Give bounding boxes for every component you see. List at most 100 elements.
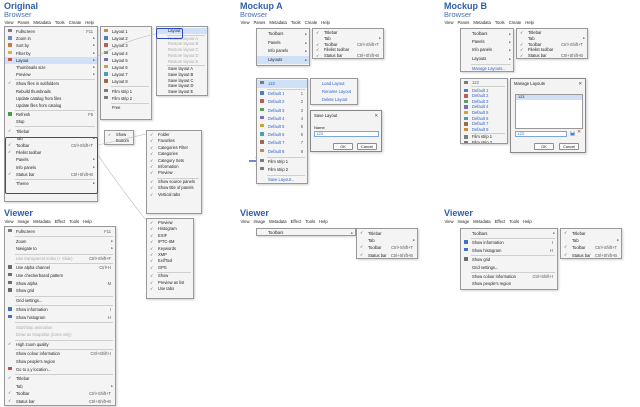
toolbar-item-status-bar[interactable]: Status bar ✓ Ctrl+Shift+B xyxy=(517,53,587,58)
menubar-item-metadata[interactable]: Metadata xyxy=(33,219,51,225)
toolbar-item-status-bar[interactable]: Status bar ✓ Ctrl+Shift+B xyxy=(357,252,417,258)
menubar-item-view[interactable]: View xyxy=(444,219,454,225)
viewer-menu-item-show-people-s-region[interactable]: Show people's region xyxy=(461,280,557,287)
menubar-item-tools[interactable]: Tools xyxy=(290,20,301,26)
menubar-item-panes[interactable]: Panes xyxy=(253,20,266,26)
toolbar-item-tab[interactable]: Tab ▸ xyxy=(561,237,621,244)
view-menu-item-toolbars[interactable]: Toolbars ▸ xyxy=(257,30,309,39)
toolbar-item-titlebar[interactable]: Titlebar ✓ xyxy=(357,230,417,237)
viewer-menu-item-tab[interactable]: Tab ▸ xyxy=(5,383,115,391)
layout-item-default-3[interactable]: Default 3 3 xyxy=(257,107,307,115)
menubar-item-tools[interactable]: Tools xyxy=(509,219,520,225)
viewer-menu-item-show-histogram[interactable]: Show histogram H xyxy=(5,314,115,322)
toolbar-item-status-bar[interactable]: Status bar ✓ Ctrl+Shift+B xyxy=(561,252,621,258)
layout-item-default-8[interactable]: Default 8 8 xyxy=(257,148,307,156)
viewer-menu-item-show-information[interactable]: Show information I xyxy=(5,306,115,314)
layout-item-123[interactable]: 123 xyxy=(257,80,307,89)
menubar-item-panes[interactable]: Panes xyxy=(457,20,470,26)
menubar-item-help[interactable]: Help xyxy=(525,20,535,26)
toolbar-item-status-bar[interactable]: Status bar ✓ Ctrl+Shift+B xyxy=(313,53,383,58)
viewer-menu-item-fullscreen[interactable]: Fullscreen F11 xyxy=(5,228,115,236)
layout-item-123[interactable]: 123 xyxy=(461,80,507,86)
manage-dialog-ok-button[interactable]: OK xyxy=(534,143,554,150)
menubar-item-metadata[interactable]: Metadata xyxy=(269,219,287,225)
viewer-menu-item-toolbars[interactable]: Toolbars ▸ xyxy=(257,230,355,235)
viewer-menu-item-high-zoom-quality[interactable]: High zoom quality ✓ xyxy=(5,341,115,349)
viewer-menu-item-status-bar[interactable]: Status bar ✓ Ctrl+Shift+B xyxy=(5,398,115,405)
layout-item-save-layout[interactable]: Save Layout... xyxy=(257,176,307,183)
menubar-item-create[interactable]: Create xyxy=(304,20,318,26)
viewer-menu-item-grid-settings[interactable]: Grid settings... xyxy=(5,297,115,305)
menubar-item-tools[interactable]: Tools xyxy=(69,219,80,225)
layout-item-film-strip-2[interactable]: Film strip 2 xyxy=(257,166,307,174)
viewer-menu-item-go-to-x-y-location[interactable]: Go to x,y location... xyxy=(5,366,115,374)
manage-dialog-cancel-button[interactable]: Cancel xyxy=(559,143,579,150)
viewer-menu-item-show-grid[interactable]: Show grid xyxy=(461,256,557,263)
manage-dialog-name-input[interactable]: 123 xyxy=(515,131,567,137)
menubar-item-help[interactable]: Help xyxy=(523,219,533,225)
menubar-item-view[interactable]: View xyxy=(240,219,250,225)
delete-icon[interactable]: ✕ xyxy=(577,130,581,135)
viewer-menu-item-use-checkerboard-pattern[interactable]: Use checkerboard pattern xyxy=(5,272,115,280)
menubar-item-image[interactable]: Image xyxy=(17,219,30,225)
viewer-menu-item-show-colour-information[interactable]: Show colour information Ctrl+Shift+I xyxy=(5,350,115,358)
save-icon[interactable] xyxy=(570,131,575,136)
close-icon[interactable]: ✕ xyxy=(578,81,582,87)
toolbar-item-toolbar[interactable]: Toolbar ✓ Ctrl+Shift+T xyxy=(357,244,417,251)
viewer-menu-item-titlebar[interactable]: Titlebar ✓ xyxy=(5,375,115,383)
layout-item-default-4[interactable]: Default 4 4 xyxy=(257,115,307,123)
layout-item-default-2[interactable]: Default 2 2 xyxy=(257,98,307,106)
info-panel-item-use-tabs[interactable]: Use tabs ✓ xyxy=(147,286,193,292)
menubar-item-help[interactable]: Help xyxy=(319,219,329,225)
menubar-item-effect[interactable]: Effect xyxy=(54,219,66,225)
info-panel-item-gps[interactable]: GPS ✓ xyxy=(147,265,193,271)
layout-item-film-strip-2[interactable]: Film strip 2 xyxy=(461,140,507,143)
menubar-item-effect[interactable]: Effect xyxy=(494,219,506,225)
view-menu-item-panels[interactable]: Panels ▸ xyxy=(257,39,309,48)
manage-dialog-list[interactable]: 123 xyxy=(515,94,583,129)
menubar-item-tools[interactable]: Tools xyxy=(305,219,316,225)
layout-action-rename-layout[interactable]: Rename Layout xyxy=(311,88,357,96)
viewer-menu-item-show-grid[interactable]: Show grid xyxy=(5,287,115,295)
layout-action-delete-layout[interactable]: Delete Layout xyxy=(311,96,357,104)
menubar-item-image[interactable]: Image xyxy=(253,219,266,225)
viewer-menu-item-toolbar[interactable]: Toolbar ✓ Ctrl+Shift+T xyxy=(5,390,115,398)
layout-action-load-layout[interactable]: Load Layout xyxy=(311,80,357,88)
manage-dialog-list-item[interactable]: 123 xyxy=(516,95,582,100)
layout-item-default-8[interactable]: Default 8 xyxy=(461,127,507,133)
menubar-item-image[interactable]: Image xyxy=(457,219,470,225)
menubar-item-metadata[interactable]: Metadata xyxy=(473,20,491,26)
viewer-menu-item-show-alpha[interactable]: Show alpha M xyxy=(5,280,115,288)
save-dialog-cancel-button[interactable]: Cancel xyxy=(357,143,377,150)
menubar-item-effect[interactable]: Effect xyxy=(290,219,302,225)
viewer-menu-item-zoom[interactable]: Zoom ▸ xyxy=(5,238,115,246)
menubar-item-metadata[interactable]: Metadata xyxy=(473,219,491,225)
viewer-menu-item-show-information[interactable]: Show information I xyxy=(461,239,557,246)
toolbar-item-titlebar[interactable]: Titlebar ✓ xyxy=(561,230,621,237)
view-menu-item-layouts[interactable]: Layouts ▸ xyxy=(257,55,309,64)
layout-item-default-5[interactable]: Default 5 5 xyxy=(257,123,307,131)
view-menu-item-info-panels[interactable]: Info panels ▸ xyxy=(257,47,309,56)
viewer-menu-item-show-histogram[interactable]: Show histogram H xyxy=(461,247,557,254)
viewer-menu-item-show-people-s-region[interactable]: Show people's region xyxy=(5,358,115,366)
close-icon[interactable]: ✕ xyxy=(374,113,378,119)
viewer-menu-item-use-alpha-channel[interactable]: Use alpha channel Ctrl+H xyxy=(5,264,115,272)
view-menu-item-toolbars[interactable]: Toolbars ▸ xyxy=(461,30,513,38)
viewer-menu-item-show-colour-information[interactable]: Show colour information Ctrl+Shift+I xyxy=(461,273,557,280)
layout-item-film-strip-1[interactable]: Film strip 1 xyxy=(257,158,307,166)
toolbar-item-tab[interactable]: Tab ▸ xyxy=(357,237,417,244)
toolbar-item-toolbar[interactable]: Toolbar ✓ Ctrl+Shift+T xyxy=(561,244,621,251)
viewer-menu-item-navigate-to[interactable]: Navigate to ▸ xyxy=(5,245,115,253)
save-dialog-ok-button[interactable]: OK xyxy=(333,143,353,150)
menubar-item-create[interactable]: Create xyxy=(508,20,522,26)
menubar-item-help[interactable]: Help xyxy=(83,219,93,225)
layout-item-default-7[interactable]: Default 7 7 xyxy=(257,139,307,147)
view-menu-item-panels[interactable]: Panels ▸ xyxy=(461,38,513,46)
layout-item-default-6[interactable]: Default 6 6 xyxy=(257,131,307,139)
menubar-item-view[interactable]: View xyxy=(240,20,250,26)
view-menu-item-manage-layouts[interactable]: Manage Layouts... xyxy=(461,65,513,71)
menubar-item-help[interactable]: Help xyxy=(321,20,331,26)
menubar-item-view[interactable]: View xyxy=(444,20,454,26)
menubar-item-tools[interactable]: Tools xyxy=(494,20,505,26)
layout-item-default-1[interactable]: Default 1 1 xyxy=(257,90,307,98)
